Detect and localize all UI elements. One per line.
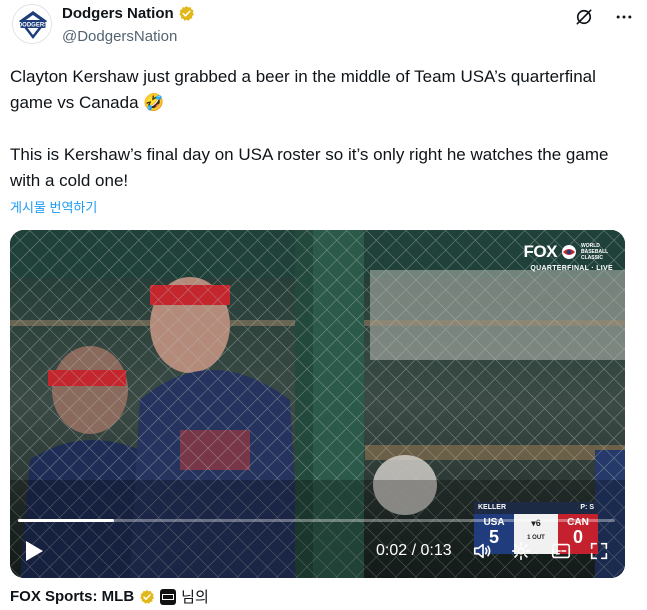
avatar[interactable]: DODGERS — [12, 4, 52, 44]
verified-badge-icon — [178, 6, 194, 21]
video-progress-bar[interactable] — [18, 519, 615, 522]
broadcaster-logo: FOX WORLD BASEBALL CLASSIC QUARTERFINAL … — [524, 242, 613, 272]
source-verified-badge-icon — [140, 589, 155, 604]
volume-icon[interactable] — [472, 540, 494, 562]
video-progress-fill — [18, 519, 114, 522]
video-player[interactable]: FOX WORLD BASEBALL CLASSIC QUARTERFINAL … — [10, 230, 625, 578]
tweet-header: DODGERS Dodgers Nation @DodgersNation — [12, 2, 635, 50]
pitch-info: P: S — [580, 504, 594, 511]
fox-affiliate-badge-icon — [160, 588, 177, 605]
more-icon[interactable] — [613, 6, 635, 28]
svg-text:DODGERS: DODGERS — [18, 23, 48, 29]
video-controls: 0:02 / 0:13 — [10, 530, 625, 574]
captions-icon[interactable] — [550, 540, 572, 562]
settings-icon[interactable] — [510, 540, 532, 562]
author-names: Dodgers Nation @DodgersNation — [62, 5, 195, 45]
event-stage-label: QUARTERFINAL · LIVE — [530, 265, 613, 272]
author-handle[interactable]: @DodgersNation — [62, 28, 195, 45]
grok-icon[interactable] — [573, 6, 595, 28]
header-actions — [573, 6, 635, 28]
tweet-text: Clayton Kershaw just grabbed a beer in t… — [10, 67, 609, 190]
source-name[interactable]: FOX Sports: MLB — [10, 588, 134, 605]
author-display-name[interactable]: Dodgers Nation — [62, 5, 195, 22]
scorebug-topline: KELLER P: S — [474, 502, 598, 514]
video-source-attribution[interactable]: FOX Sports: MLB 님의 — [10, 586, 209, 607]
video-time: 0:02 / 0:13 — [376, 542, 452, 559]
wbc-globe-icon — [562, 245, 576, 259]
play-icon[interactable] — [24, 540, 44, 562]
fox-wordmark: FOX — [523, 242, 558, 261]
wbc-line-3: CLASSIC — [581, 255, 603, 261]
display-name-text[interactable]: Dodgers Nation — [62, 5, 174, 22]
wbc-wordmark: WORLD BASEBALL CLASSIC — [581, 243, 613, 261]
fullscreen-icon[interactable] — [588, 540, 610, 562]
batter-name: KELLER — [478, 504, 506, 511]
translate-post-link[interactable]: 게시물 번역하기 — [10, 197, 97, 216]
source-suffix: 님의 — [181, 589, 209, 606]
